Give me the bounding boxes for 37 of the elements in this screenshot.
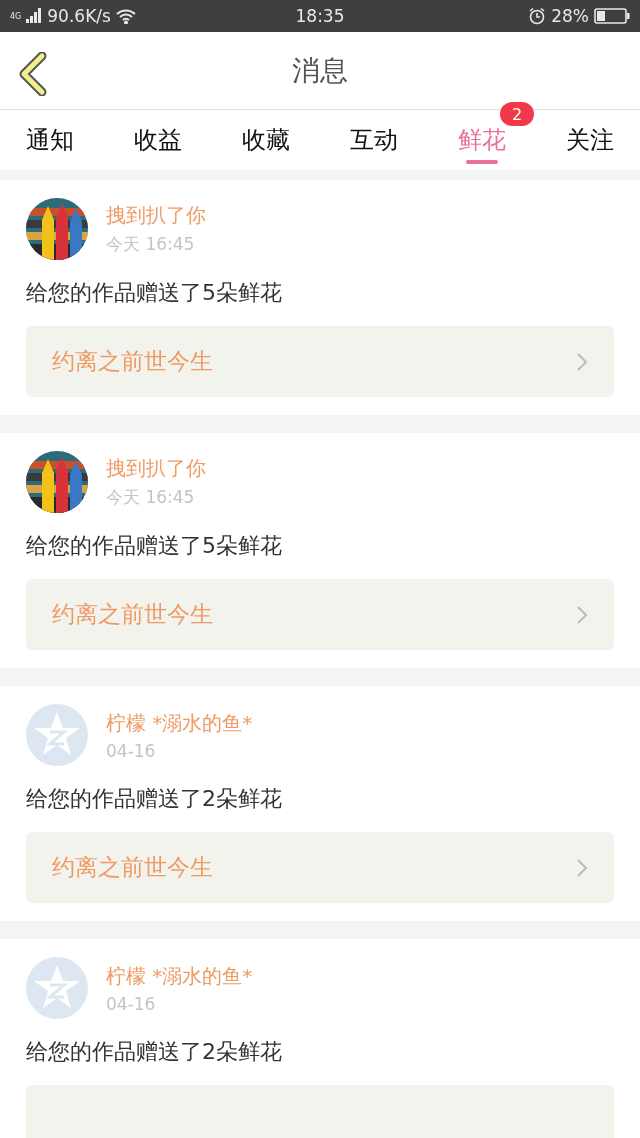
- message-time: 今天 16:45: [106, 233, 196, 256]
- message-text: 给您的作品赠送了5朵鲜花: [26, 532, 283, 560]
- tab-underline: [466, 160, 498, 164]
- user-name[interactable]: 拽到扒了你: [106, 202, 206, 229]
- count-badge: 2: [500, 102, 534, 126]
- network-speed: 90.6K/s: [47, 6, 111, 26]
- chevron-right-icon: [576, 351, 588, 372]
- message-time: 今天 16:45: [106, 486, 196, 509]
- page-title: 消息: [292, 52, 348, 89]
- message-time: 04-16: [106, 740, 157, 761]
- message-text: 给您的作品赠送了2朵鲜花: [26, 785, 283, 813]
- battery-level: 28%: [551, 6, 589, 26]
- message-time: 04-16: [106, 993, 157, 1014]
- network-type: 4G: [10, 11, 22, 21]
- work-link[interactable]: 约离之前世今生: [26, 579, 614, 650]
- user-name[interactable]: 拽到扒了你: [106, 455, 206, 482]
- user-name[interactable]: 柠檬 *溺水的鱼*: [106, 962, 253, 990]
- message-text: 给您的作品赠送了2朵鲜花: [26, 1038, 283, 1066]
- chevron-right-icon: [576, 604, 588, 625]
- wifi-icon: [115, 8, 136, 24]
- signal-icon: [26, 8, 43, 24]
- user-name[interactable]: 柠檬 *溺水的鱼*: [106, 709, 253, 737]
- work-link[interactable]: 约离之前世今生: [26, 326, 614, 397]
- avatar-icon: [26, 957, 88, 1019]
- chevron-right-icon: [576, 857, 588, 878]
- alarm-icon: [528, 7, 547, 25]
- battery-icon: [594, 8, 630, 24]
- message-text: 给您的作品赠送了5朵鲜花: [26, 279, 283, 307]
- tab[interactable]: 关注: [566, 110, 614, 170]
- clock-time: 18:35: [295, 6, 345, 26]
- back-icon[interactable]: [18, 52, 48, 96]
- tab[interactable]: 互动: [350, 110, 398, 170]
- tab[interactable]: 收藏: [242, 110, 290, 170]
- tab[interactable]: 通知: [26, 110, 74, 170]
- work-link[interactable]: 约离之前世今生: [26, 832, 614, 903]
- avatar-icon: [26, 704, 88, 766]
- tab[interactable]: 收益: [134, 110, 182, 170]
